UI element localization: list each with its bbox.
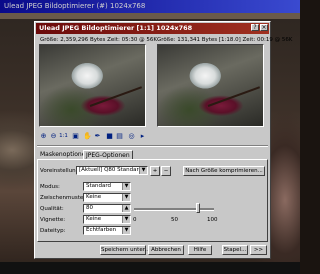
actual-size-icon[interactable]: 1:1 [59,132,68,141]
layout-icon[interactable]: ▤ [115,132,124,141]
more-button[interactable]: >> [250,245,267,255]
subsampling-value: Keine [86,194,102,200]
delete-preset-button[interactable]: − [161,166,171,176]
quality-spinner[interactable]: 80 ▲ [83,204,131,213]
quality-label: Qualität: [40,206,64,212]
save-preset-button[interactable]: + [150,166,160,176]
mode-select[interactable]: Standard ▼ [83,182,131,191]
original-info: Größe: 2,359,296 Bytes Zeit: 05:30 @ 56K [40,37,158,43]
save-as-button[interactable]: Speichern unter... [100,245,150,255]
tab-jpeg-options[interactable]: JPEG-Optionen [83,150,133,159]
datatype-label: Dateityp: [40,228,66,234]
quality-slider-track[interactable] [134,208,214,211]
slider-tick-mid: 50 [171,217,178,223]
quality-slider-thumb[interactable] [196,203,200,213]
preset-label: Voreinstellung: [40,168,82,174]
divider [37,145,268,147]
compress-by-size-button[interactable]: Nach Größe komprimieren... [183,166,265,176]
slider-tick-max: 100 [207,217,218,223]
datatype-value: Echtfarben [86,227,117,233]
smoothing-select[interactable]: Keine ▼ [83,215,131,224]
taskbar-strip [0,262,300,274]
help-button[interactable]: Hilfe [188,245,212,255]
batch-button[interactable]: Stapel... [222,245,248,255]
chevron-down-icon: ▼ [122,194,130,201]
chevron-down-icon: ▼ [122,227,130,234]
chevron-down-icon: ▼ [122,216,130,223]
color-icon[interactable]: ■ [105,132,114,141]
optimized-preview [157,44,264,127]
datatype-select[interactable]: Echtfarben ▼ [83,226,131,235]
zoom-out-icon[interactable]: ⊖ [49,132,58,141]
jpeg-optimizer-dialog: Ulead JPEG Bildoptimierer [1:1] 1024x768… [34,21,292,259]
help-title-button[interactable]: ? [251,24,259,31]
quality-value: 80 [86,205,93,211]
close-button[interactable]: × [260,24,268,31]
preset-select[interactable]: [Aktuell] Q80 Standard ▼ [76,166,148,175]
globe-icon[interactable]: ◎ [127,132,136,141]
original-preview [39,44,146,127]
spin-arrows-icon: ▲ [122,205,130,212]
branch-shape [207,86,261,107]
hand-icon[interactable]: ✋ [83,132,92,141]
mode-label: Modus: [40,184,60,190]
smoothing-label: Vignette: [40,217,66,223]
optimized-info: Größe: 131,341 Bytes [1:18.0] Zeit: 00:1… [157,37,293,43]
subsampling-select[interactable]: Keine ▼ [83,193,131,202]
chevron-down-icon: ▼ [139,167,147,174]
fit-icon[interactable]: ▣ [71,132,80,141]
subsampling-label: Zwischenmuster: [40,195,88,201]
smoothing-value: Keine [86,216,102,222]
dialog-titlebar: Ulead JPEG Bildoptimierer [1:1] 1024x768 [36,23,269,34]
zoom-in-icon[interactable]: ⊕ [39,132,48,141]
background-window-title: Ulead JPEG Bildoptimierer (#) 1024x768 [0,0,300,13]
cancel-button[interactable]: Abbrechen [148,245,184,255]
arrow-icon[interactable]: ▸ [138,132,147,141]
preset-value: [Aktuell] Q80 Standard [79,167,143,173]
branch-shape [89,86,143,107]
dialog-title: Ulead JPEG Bildoptimierer [1:1] 1024x768 [39,24,193,32]
background-stripe [0,13,300,19]
eyedropper-icon[interactable]: ✒ [93,132,102,141]
mode-value: Standard [86,183,112,189]
slider-tick-min: 0 [133,217,137,223]
chevron-down-icon: ▼ [122,183,130,190]
